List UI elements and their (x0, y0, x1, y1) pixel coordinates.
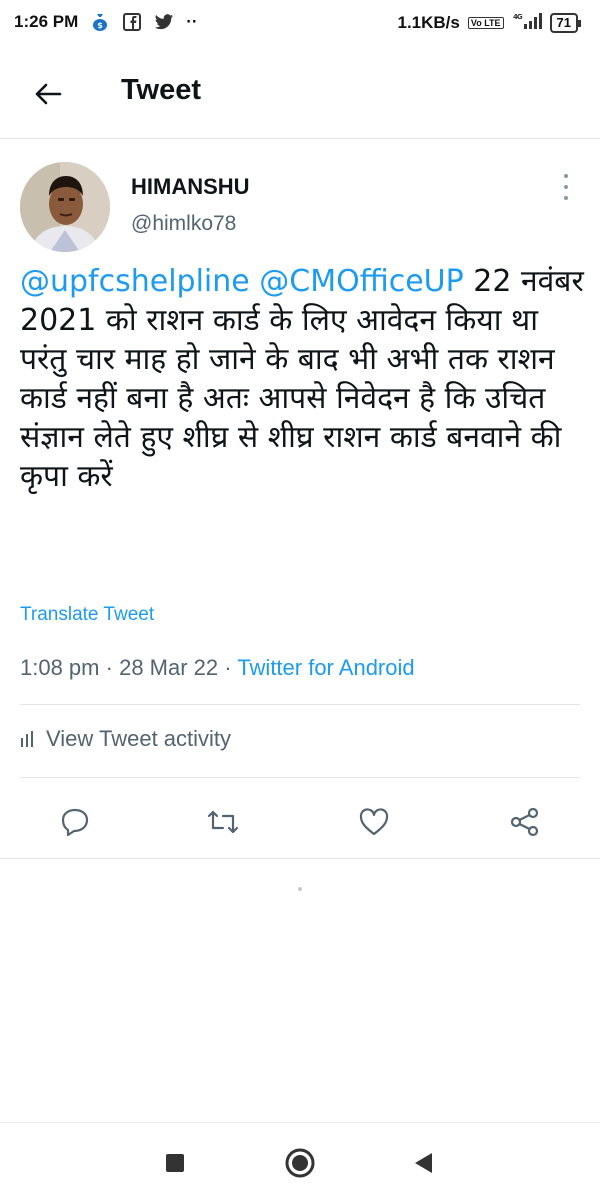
network-type: 4G (513, 13, 523, 21)
divider (20, 777, 580, 778)
tweet-time: 1:08 pm (20, 655, 100, 680)
retweet-button[interactable] (203, 802, 243, 842)
status-time: 1:26 PM (14, 12, 79, 31)
tweet-source-link[interactable]: Twitter for Android (237, 655, 414, 680)
retweet-icon (207, 810, 239, 834)
like-button[interactable] (354, 802, 394, 842)
mention-link[interactable]: @CMOfficeUP (259, 264, 463, 299)
volte-icon: Vo LTE (467, 16, 504, 29)
share-button[interactable] (505, 802, 545, 842)
money-bag-icon: $ (90, 13, 110, 31)
signal-icon: 4G (512, 12, 542, 33)
facebook-icon (122, 13, 142, 31)
more-dots-icon: ·· (186, 12, 198, 31)
heart-icon (359, 808, 389, 836)
tweet-date: 28 Mar 22 (119, 655, 219, 680)
more-options-button[interactable] (556, 174, 576, 200)
status-bar-left: 1:26 PM $ ·· (14, 12, 198, 32)
tweet-meta: 1:08 pm · 28 Mar 22 · Twitter for Androi… (20, 655, 415, 681)
divider (0, 858, 600, 859)
share-icon (510, 807, 539, 837)
svg-text:$: $ (97, 21, 103, 30)
tweet-actions (0, 794, 600, 850)
triangle-back-icon (415, 1153, 432, 1173)
home-circle-icon (285, 1148, 315, 1178)
author-name[interactable]: HIMANSHU (131, 174, 250, 200)
battery-icon: 71 (549, 12, 582, 33)
recents-button[interactable] (157, 1145, 193, 1181)
mention-link[interactable]: @upfcshelpline (20, 264, 250, 299)
page-title: Tweet (121, 74, 202, 106)
status-bar: 1:26 PM $ ·· 1.1KB/s Vo LTE 4G 71 (0, 0, 600, 46)
loading-dot (298, 887, 302, 891)
back-arrow-icon (35, 83, 62, 105)
reply-icon (61, 808, 89, 837)
meta-separator: · (105, 655, 113, 680)
home-button[interactable] (282, 1145, 318, 1181)
network-speed: 1.1KB/s (397, 12, 460, 32)
author-handle[interactable]: @himlko78 (131, 212, 236, 236)
twitter-icon (154, 13, 174, 31)
avatar[interactable] (20, 162, 110, 252)
back-button[interactable] (26, 72, 70, 116)
tweet-text: @upfcshelpline @CMOfficeUP 22 नवंबर 2021… (20, 262, 585, 496)
more-vertical-icon (564, 174, 568, 178)
divider (20, 704, 580, 705)
app-header: Tweet (0, 46, 600, 139)
status-bar-right: 1.1KB/s Vo LTE 4G 71 (397, 12, 582, 33)
translate-tweet-link[interactable]: Translate Tweet (20, 604, 154, 626)
view-tweet-activity-button[interactable]: View Tweet activity (20, 726, 231, 752)
view-tweet-activity-label: View Tweet activity (46, 726, 232, 751)
reply-button[interactable] (55, 802, 95, 842)
analytics-icon (21, 731, 33, 747)
square-icon (166, 1154, 184, 1172)
meta-separator: · (224, 655, 232, 680)
system-nav-bar (0, 1122, 600, 1201)
back-nav-button[interactable] (405, 1145, 441, 1181)
